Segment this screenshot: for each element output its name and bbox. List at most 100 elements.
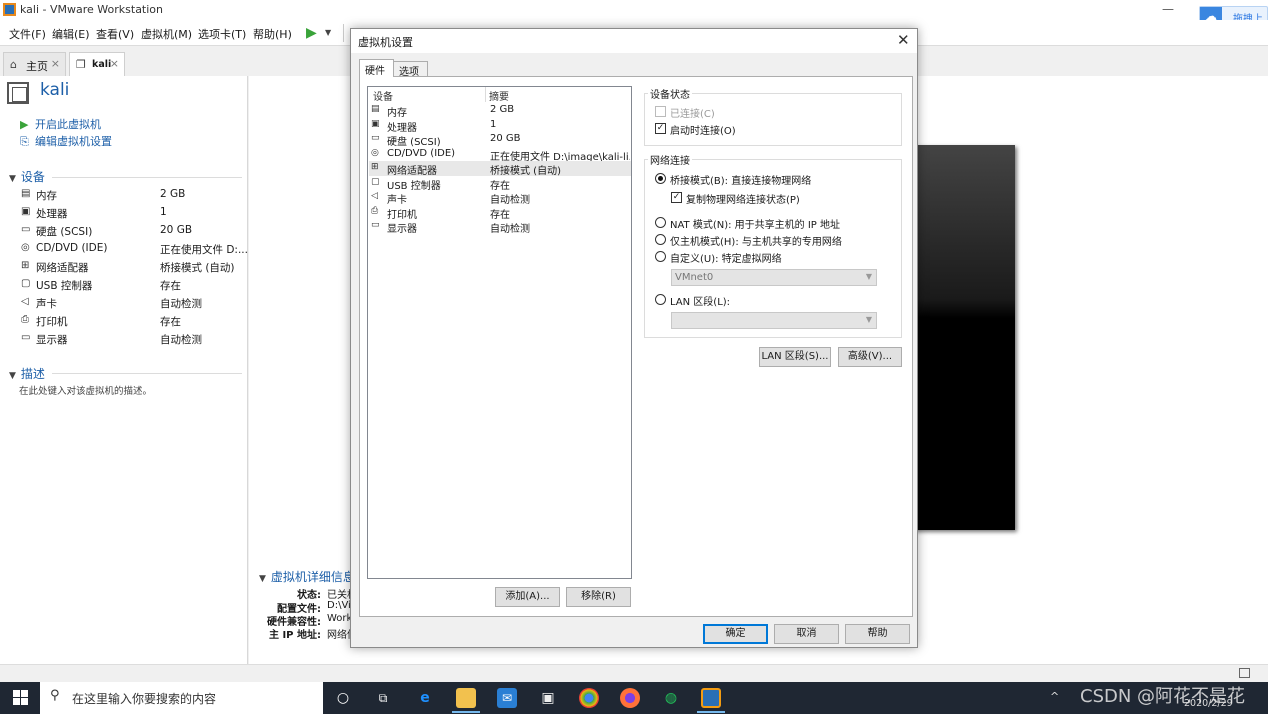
active-app-indicator	[697, 711, 725, 713]
edit-vm-settings-link[interactable]: ⎘ 编辑虚拟机设置	[20, 133, 112, 149]
description-section-header[interactable]: ▼ 描述	[9, 365, 45, 382]
device-value: 正在使用文件 D:...	[160, 244, 248, 256]
connect-at-power-on-label[interactable]: 启动时连接(O)	[670, 122, 736, 137]
network-connection-group: 网络连接 桥接模式(B): 直接连接物理网络 ✓ 复制物理网络连接状态(P) N…	[644, 152, 902, 338]
replicate-state-checkbox[interactable]: ✓	[671, 192, 682, 203]
lan-segments-button[interactable]: LAN 区段(S)...	[759, 347, 831, 367]
custom-network-value: VMnet0	[675, 272, 714, 283]
vm-details-label: 虚拟机详细信息	[270, 570, 355, 584]
vmware-taskbar-icon[interactable]	[701, 688, 721, 708]
network-icon: ⊞	[21, 260, 30, 271]
close-icon[interactable]: ×	[51, 57, 60, 70]
ok-button[interactable]: 确定	[703, 624, 768, 644]
device-name: 内存	[36, 190, 57, 202]
usb-icon: ▢	[21, 278, 31, 289]
replicate-state-label[interactable]: 复制物理网络连接状态(P)	[686, 191, 800, 206]
custom-label[interactable]: 自定义(U): 特定虚拟网络	[670, 250, 782, 265]
window-titlebar: kali - VMware Workstation —	[0, 0, 1268, 20]
menu-edit[interactable]: 编辑(E)	[52, 26, 90, 42]
tab-kali[interactable]: ❐ kali ×	[69, 52, 125, 76]
add-device-button[interactable]: 添加(A)...	[495, 587, 560, 607]
taskbar-search-box[interactable]: ⚲ 在这里输入你要搜索的内容	[40, 682, 323, 714]
list-item-usb[interactable]: ▢ USB 控制器 存在	[369, 176, 631, 192]
message-icon[interactable]	[1239, 668, 1250, 678]
edge-icon[interactable]: e	[415, 688, 435, 708]
column-header-summary[interactable]: 摘要	[489, 88, 509, 103]
menu-file[interactable]: 文件(F)	[9, 26, 46, 42]
bridged-radio[interactable]	[655, 173, 666, 184]
device-summary: 20 GB	[490, 133, 521, 144]
device-row-network[interactable]: ⊞ 网络适配器 桥接模式 (自动)	[21, 259, 243, 277]
firefox-icon[interactable]	[620, 688, 640, 708]
device-row-cdrom[interactable]: ◎ CD/DVD (IDE) 正在使用文件 D:...	[21, 241, 248, 259]
advanced-button[interactable]: 高级(V)...	[838, 347, 902, 367]
device-list[interactable]: 设备 摘要 ▤ 内存 2 GB ▣ 处理器 1 ▭ 硬盘 (SCSI) 20 G…	[367, 86, 632, 579]
chevron-up-icon[interactable]: ^	[1050, 690, 1059, 703]
menu-tabs[interactable]: 选项卡(T)	[198, 26, 246, 42]
chevron-down-icon[interactable]: ▼	[325, 28, 331, 37]
power-on-vm-link[interactable]: ▶ 开启此虚拟机	[20, 116, 101, 132]
custom-network-select: VMnet0 ▼	[671, 269, 877, 286]
menu-view[interactable]: 查看(V)	[96, 26, 134, 42]
devices-section-label: 设备	[20, 170, 45, 184]
power-on-icon[interactable]: ▶	[306, 25, 317, 41]
lan-segment-radio[interactable]	[655, 294, 666, 305]
mail-icon[interactable]: ✉	[497, 688, 517, 708]
vm-screen-thumbnail[interactable]	[914, 145, 1015, 530]
device-row-memory[interactable]: ▤ 内存 2 GB	[21, 187, 243, 205]
cdrom-icon: ◎	[21, 242, 30, 253]
host-only-label[interactable]: 仅主机模式(H): 与主机共享的专用网络	[670, 233, 842, 248]
cortana-icon[interactable]: ○	[333, 688, 353, 708]
minimize-icon[interactable]: —	[1162, 2, 1174, 16]
help-button[interactable]: 帮助	[845, 624, 910, 644]
host-only-radio[interactable]	[655, 234, 666, 245]
task-view-icon[interactable]: ⧉	[373, 688, 393, 708]
list-item-cpu[interactable]: ▣ 处理器 1	[369, 118, 631, 134]
tab-hardware[interactable]: 硬件	[359, 59, 394, 77]
lan-segment-label[interactable]: LAN 区段(L):	[670, 293, 730, 308]
description-text[interactable]: 在此处键入对该虚拟机的描述。	[19, 383, 152, 397]
tab-home[interactable]: ⌂ 主页 ×	[3, 52, 66, 76]
start-tile	[21, 698, 28, 705]
chevron-down-icon: ▼	[865, 315, 872, 324]
devices-section-header[interactable]: ▼ 设备	[9, 168, 45, 185]
network-icon: ⊞	[371, 162, 379, 172]
edit-icon: ⎘	[20, 135, 29, 148]
list-item-sound[interactable]: ◁ 声卡 自动检测	[369, 190, 631, 206]
custom-radio[interactable]	[655, 251, 666, 262]
list-item-printer[interactable]: ⎙ 打印机 存在	[369, 205, 631, 221]
vm-details-header[interactable]: ▼ 虚拟机详细信息	[259, 568, 355, 585]
menu-vm[interactable]: 虚拟机(M)	[141, 26, 192, 42]
remove-device-button[interactable]: 移除(R)	[566, 587, 631, 607]
cdrom-icon: ◎	[371, 147, 379, 158]
device-row-sound[interactable]: ◁ 声卡 自动检测	[21, 295, 243, 313]
list-item-memory[interactable]: ▤ 内存 2 GB	[369, 103, 631, 119]
close-icon[interactable]: ✕	[897, 31, 910, 49]
list-item-display[interactable]: ▭ 显示器 自动检测	[369, 219, 631, 235]
wechat-icon[interactable]: ◍	[661, 688, 681, 708]
close-icon[interactable]: ×	[110, 57, 119, 70]
device-row-printer[interactable]: ⎙ 打印机 存在	[21, 313, 243, 331]
list-item-cdrom[interactable]: ◎ CD/DVD (IDE) 正在使用文件 D:\image\kali-li..…	[369, 147, 631, 163]
device-row-usb[interactable]: ▢ USB 控制器 存在	[21, 277, 243, 295]
menu-help[interactable]: 帮助(H)	[253, 26, 292, 42]
device-row-cpu[interactable]: ▣ 处理器 1	[21, 205, 243, 223]
nat-label[interactable]: NAT 模式(N): 用于共享主机的 IP 地址	[670, 216, 840, 231]
tab-options[interactable]: 选项	[393, 61, 428, 78]
windows-start-icon[interactable]	[13, 690, 29, 706]
bridged-label[interactable]: 桥接模式(B): 直接连接物理网络	[670, 172, 811, 187]
vm-icon	[7, 82, 29, 104]
list-item-network[interactable]: ⊞ 网络适配器 桥接模式 (自动)	[369, 161, 631, 177]
chrome-icon[interactable]	[579, 688, 599, 708]
device-row-display[interactable]: ▭ 显示器 自动检测	[21, 331, 243, 349]
device-row-disk[interactable]: ▭ 硬盘 (SCSI) 20 GB	[21, 223, 243, 241]
nat-radio[interactable]	[655, 217, 666, 228]
device-name: 网络适配器	[36, 262, 89, 274]
list-item-disk[interactable]: ▭ 硬盘 (SCSI) 20 GB	[369, 132, 631, 148]
device-value: 自动检测	[160, 298, 202, 310]
store-icon[interactable]: ▣	[538, 688, 558, 708]
connect-at-power-on-checkbox[interactable]: ✓	[655, 123, 666, 134]
file-explorer-icon[interactable]	[456, 688, 476, 708]
column-header-device[interactable]: 设备	[373, 88, 393, 103]
cancel-button[interactable]: 取消	[774, 624, 839, 644]
